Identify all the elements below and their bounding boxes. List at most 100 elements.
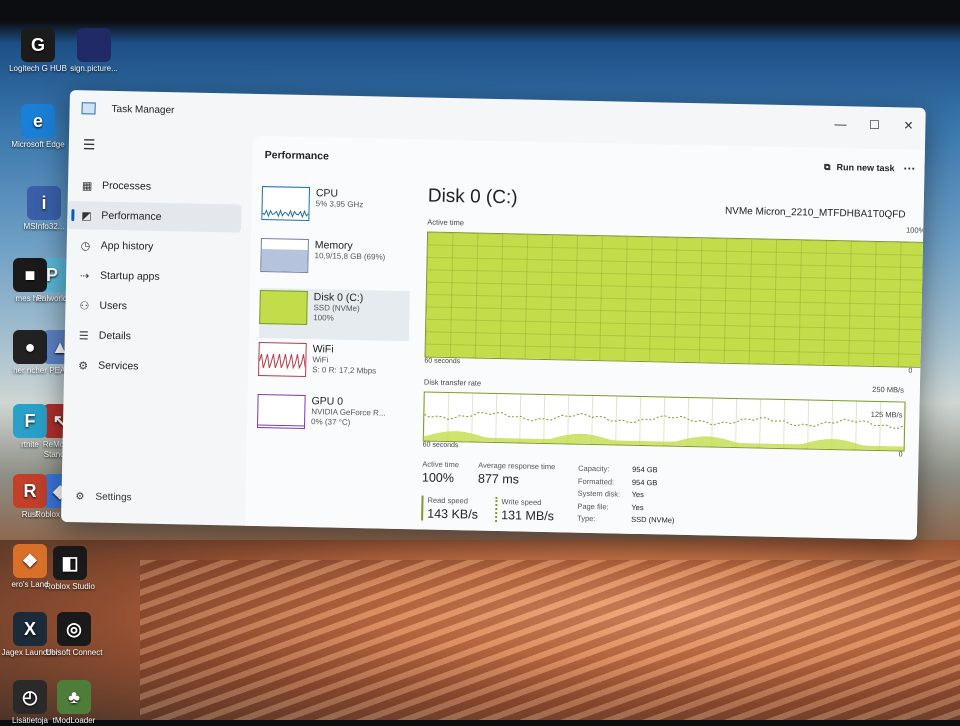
app-icon: i (27, 186, 61, 220)
desktop-icon[interactable]: i MSInfo32... (14, 186, 74, 232)
wallpaper-rock-texture (140, 560, 960, 720)
desktop-icon-label: rtnite (21, 440, 39, 449)
app-icon: X (13, 612, 47, 646)
sidebar-item-label: Processes (101, 179, 152, 193)
write-speed-label: Write speed (501, 497, 542, 507)
app-icon: G (21, 28, 55, 62)
app-icon: ■ (13, 258, 47, 292)
desktop-icon[interactable]: ● her ncher (0, 330, 60, 376)
device-gpu[interactable]: GPU 0 NVIDIA GeForce R... 0% (37 °C) (256, 392, 408, 445)
property-row: Type: SSD (NVMe) (577, 513, 675, 528)
desktop-icon-label: MSInfo32... (23, 222, 65, 231)
desktop-icon[interactable]: G Logitech G HUB (8, 28, 68, 74)
run-new-task-button[interactable]: ⧉ Run new task (824, 161, 895, 173)
device-usage: S: 0 R: 17,2 Mbps (312, 365, 377, 376)
close-button[interactable]: ✕ (891, 118, 925, 133)
grid-line (519, 394, 522, 443)
grid-line (783, 400, 786, 449)
hamburger-menu-icon[interactable]: ☰ (83, 136, 249, 156)
desktop-icon-label: Rust (21, 510, 39, 519)
device-detail: 5% 3,95 GHz (315, 199, 364, 210)
performance-icon: ◩ (81, 209, 92, 222)
active-time-min-label: 0 (908, 367, 913, 375)
sidebar-item-services[interactable]: ⚙ Services (64, 351, 245, 383)
details-icon: ☰ (78, 329, 89, 342)
app-icon: e (21, 104, 55, 138)
desktop-icon[interactable]: sign.picture... (64, 28, 124, 74)
task-manager-window: Task Manager — ☐ ✕ ☰ ▦ Processes ◩ Performa… (60, 90, 926, 540)
sidebar-item-label: Startup apps (99, 269, 160, 283)
write-speed-value: 131 MB/s (501, 508, 555, 524)
desktop-icon-label: Microsoft Edge (11, 140, 65, 149)
settings-label: Settings (95, 491, 132, 504)
desktop-icon-label: Lisätietoja (11, 716, 49, 725)
grid-line (639, 397, 642, 446)
sidebar-item-users[interactable]: ⚇ Users (65, 291, 246, 323)
property-key: Page file: (577, 501, 609, 511)
grid-line (922, 242, 926, 367)
property-value: 954 GB (632, 464, 658, 475)
active-time-duration-label: 60 seconds (424, 357, 461, 366)
maximize-button[interactable]: ☐ (857, 118, 891, 133)
desktop-icon[interactable]: e Microsoft Edge (8, 104, 68, 150)
services-icon: ⚙ (78, 359, 89, 372)
more-options-button[interactable]: ··· (894, 161, 924, 176)
grid-line (903, 402, 906, 451)
active-time-stat-value: 100% (421, 470, 455, 486)
desktop-icon[interactable]: Frtnite (0, 404, 60, 450)
grid-line (735, 399, 738, 448)
active-time-chart-label: Active time (427, 217, 465, 228)
desktop-icon-label: her ncher (13, 366, 47, 375)
device-thumbnail-graph (259, 290, 308, 326)
device-wifi[interactable]: WiFi WiFi S: 0 R: 17,2 Mbps (258, 340, 409, 393)
sidebar-item-label: Users (99, 299, 128, 313)
device-memory[interactable]: Memory 10,9/15,8 GB (69%) (260, 236, 411, 289)
desktop-icon[interactable]: ■ mes her (0, 258, 60, 304)
desktop-icon-label: ero's Land (11, 580, 49, 589)
processes-icon: ▦ (81, 179, 93, 192)
app-history-icon: ◷ (80, 239, 91, 252)
run-new-task-label: Run new task (836, 162, 895, 174)
property-key: Capacity: (578, 463, 610, 474)
sidebar-item-app-history[interactable]: ◷ App history (66, 231, 247, 263)
gear-icon: ⚙ (75, 491, 85, 503)
device-disk[interactable]: Disk 0 (C:) SSD (NVMe) 100% (258, 288, 410, 342)
desktop-icon[interactable]: ◎ Ubisoft Connect (44, 612, 104, 658)
active-time-chart (424, 231, 926, 368)
avg-response-stat-value: 877 ms (477, 471, 520, 487)
device-cpu[interactable]: CPU 5% 3,95 GHz (261, 184, 412, 237)
property-key: Type: (577, 513, 596, 524)
disk-properties: Capacity: 954 GB Formatted: 954 GB System di… (577, 463, 676, 528)
transfer-rate-graph (423, 392, 906, 451)
property-value: SSD (NVMe) (631, 514, 675, 525)
property-key: System disk: (577, 488, 621, 499)
task-manager-app-icon (81, 102, 96, 115)
desktop-icon[interactable]: ◴ Lisätietoja (0, 680, 60, 726)
sidebar-item-processes[interactable]: ▦ Processes (68, 171, 249, 203)
settings-button[interactable]: ⚙ Settings (75, 491, 131, 503)
device-thumbnail-graph (256, 393, 306, 429)
window-title: Task Manager (111, 103, 175, 116)
desktop-icon[interactable]: R Rust (0, 474, 60, 520)
desktop-icon[interactable]: ❖ ero's Land (0, 544, 60, 590)
active-time-graph (424, 232, 926, 367)
sidebar-item-startup-apps[interactable]: ⇢ Startup apps (66, 261, 247, 293)
transfer-rate-duration-label: 60 seconds (422, 441, 459, 450)
sidebar-item-details[interactable]: ☰ Details (65, 321, 246, 353)
avg-response-stat-label: Average response time (478, 460, 556, 472)
transfer-rate-min-label: 0 (898, 451, 903, 459)
grid-line (759, 399, 762, 448)
sidebar-item-performance[interactable]: ◩ Performance (67, 200, 242, 233)
desktop-icon-label: mes her (15, 294, 45, 303)
device-name: Disk 0 (C:) (313, 291, 364, 305)
property-key: Formatted: (577, 476, 615, 486)
app-icon: R (13, 474, 47, 508)
minimize-button[interactable]: — (823, 117, 857, 132)
desktop-icon-label: Ubisoft Connect (45, 648, 103, 657)
device-thumbnail-graph (261, 186, 311, 222)
grid-line (855, 401, 858, 450)
property-value: 954 GB (631, 477, 658, 487)
device-detail: 10,9/15,8 GB (69%) (314, 251, 386, 262)
users-icon: ⚇ (79, 299, 90, 312)
active-time-stat-label: Active time (422, 459, 460, 470)
